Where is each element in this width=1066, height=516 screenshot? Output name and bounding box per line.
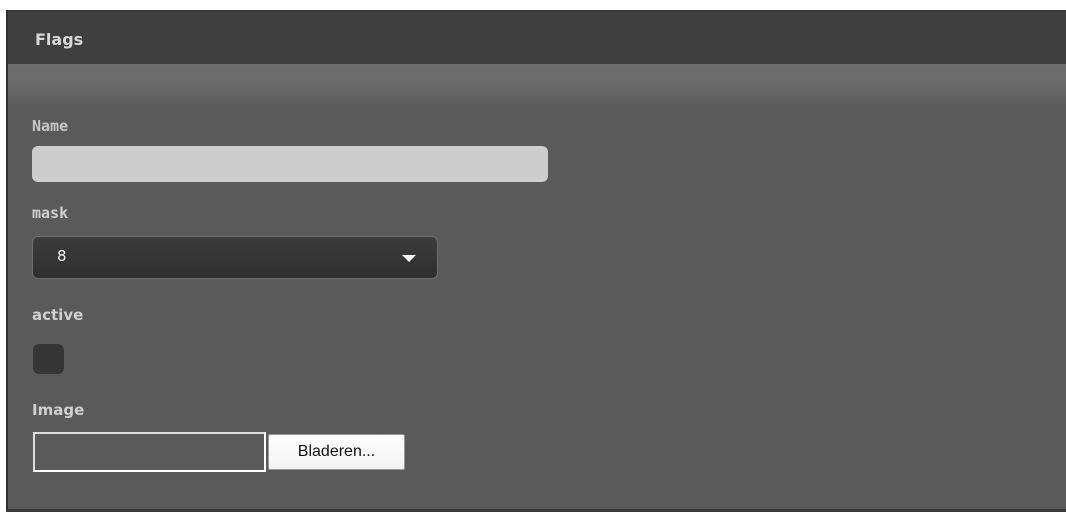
active-label: active [32,306,84,324]
name-input[interactable] [32,146,548,182]
mask-selected-value: 8 [57,247,67,265]
browse-button[interactable]: Bladeren... [268,434,405,470]
panel-toolbar-band [8,64,1066,104]
panel-titlebar: Flags [8,11,1066,64]
active-checkbox[interactable] [33,344,64,374]
flags-panel: Flags Name mask 8 active Image Bladeren.… [6,10,1066,512]
panel-title: Flags [35,30,84,49]
chevron-down-icon [402,255,416,262]
image-label: Image [32,401,85,419]
mask-label: mask [32,204,69,222]
mask-select[interactable]: 8 [32,236,438,279]
name-label: Name [32,117,69,135]
image-file-input[interactable] [33,432,266,472]
